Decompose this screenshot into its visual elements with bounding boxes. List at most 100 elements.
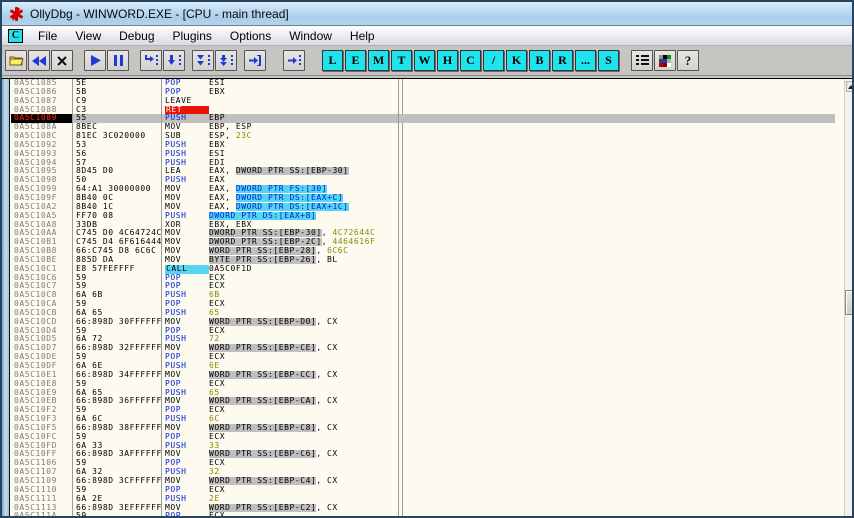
disassembly-row[interactable]: 0A5C10D4 59 POP ECX — [11, 326, 835, 336]
disassembly-row[interactable]: 0A5C10C8 6A 6B PUSH 6B — [11, 291, 835, 301]
disassembly-row[interactable]: 0A5C1109 66:898D 3CFFFFFF MOV WORD PTR SS:[… — [11, 476, 835, 486]
panel-button-K[interactable]: K — [506, 50, 527, 71]
disassembly-row[interactable]: 0A5C10D7 66:898D 32FFFFFF MOV WORD PTR SS:[… — [11, 344, 835, 354]
go-to-button[interactable] — [283, 50, 305, 71]
menu-item-window[interactable]: Window — [280, 27, 341, 45]
disassembly-row[interactable]: 0A5C10CA 59 POP ECX — [11, 300, 835, 309]
disassembly-row[interactable]: 0A5C10E1 66:898D 34FFFFFF MOV WORD PTR SS:[… — [11, 370, 835, 380]
disassembly-row[interactable]: 0A5C1088 C3 RET — [11, 105, 835, 115]
row-address: 0A5C10B8 — [11, 247, 73, 256]
vertical-scrollbar[interactable] — [844, 79, 852, 516]
disassembly-row[interactable]: 0A5C10CB 6A 65 PUSH 65 — [11, 308, 835, 318]
disassembly-row[interactable]: 0A5C10FC 59 POP ECX — [11, 432, 835, 442]
row-disassembly: MOV EAX, DWORD PTR DS:[EAX+C] — [162, 193, 398, 203]
step-over-button[interactable] — [163, 50, 185, 71]
disassembly-row[interactable]: 0A5C10A2 8B40 1C MOV EAX, DWORD PTR DS:[EAX… — [11, 202, 835, 212]
disassembly-row[interactable]: 0A5C10CD 66:898D 30FFFFFF MOV WORD PTR SS:[… — [11, 317, 835, 327]
help-button[interactable]: ? — [677, 50, 699, 71]
disassembly-row[interactable]: 0A5C1094 57 PUSH EDI — [11, 158, 835, 168]
row-operand: WORD PTR SS:[EBP-C8] — [209, 423, 317, 432]
appearance-button[interactable] — [654, 50, 676, 71]
row-operand: , CX — [316, 370, 338, 379]
cpu-window-icon[interactable]: C — [8, 28, 23, 43]
panel-button-C[interactable]: C — [460, 50, 481, 71]
scroll-up-button[interactable] — [846, 81, 852, 92]
disassembly-row[interactable]: 0A5C1098 50 PUSH EAX — [11, 176, 835, 186]
panel-button-L[interactable]: L — [322, 50, 343, 71]
disassembly-row[interactable]: 0A5C10F5 66:898D 38FFFFFF MOV WORD PTR SS:[… — [11, 423, 835, 433]
disassembly-row[interactable]: 0A5C10C7 59 POP ECX — [11, 282, 835, 292]
disassembly-row-selected[interactable]: 0A5C1089 55 PUSH EBP — [11, 114, 835, 124]
panel-button-slash[interactable]: / — [483, 50, 504, 71]
close-button[interactable] — [51, 50, 73, 71]
disassembly-row[interactable]: 0A5C10FD 6A 33 PUSH 33 — [11, 441, 835, 451]
disassembly-row[interactable]: 0A5C10A5 FF70 08 PUSH DWORD PTR DS:[EAX+8] — [11, 211, 835, 221]
panel-button-dots[interactable]: ... — [575, 50, 596, 71]
panel-button-T[interactable]: T — [391, 50, 412, 71]
run-button[interactable] — [84, 50, 106, 71]
disassembly-row[interactable]: 0A5C1086 5B POP EBX — [11, 87, 835, 97]
row-address: 0A5C111A — [11, 512, 73, 516]
disassembly-row[interactable]: 0A5C10FF 66:898D 3AFFFFFF MOV WORD PTR SS:[… — [11, 450, 835, 460]
pause-button[interactable] — [107, 50, 129, 71]
disassembly-row[interactable]: 0A5C1085 5E POP ESI — [11, 79, 835, 88]
row-comment — [398, 238, 399, 248]
menu-item-file[interactable]: File — [29, 27, 66, 45]
disassembly-row[interactable]: 0A5C1107 6A 32 PUSH 32 — [11, 468, 835, 477]
disassembly-row[interactable]: 0A5C10B8 66:C745 D8 6C6C MOV WORD PTR SS:[E… — [11, 247, 835, 256]
disassembly-row[interactable]: 0A5C10DE 59 POP ECX — [11, 353, 835, 362]
disassembly-row[interactable]: 0A5C10E8 59 POP ECX — [11, 379, 835, 389]
row-hex-dump: 57 — [73, 158, 162, 168]
disassembly-row[interactable]: 0A5C10EB 66:898D 36FFFFFF MOV WORD PTR SS:[… — [11, 397, 835, 407]
disassembly-row[interactable]: 0A5C10F2 59 POP ECX — [11, 406, 835, 416]
scrollbar-thumb[interactable] — [845, 290, 852, 315]
panel-button-R[interactable]: R — [552, 50, 573, 71]
disassembly-row[interactable]: 0A5C10E9 6A 65 PUSH 65 — [11, 388, 835, 398]
menu-item-debug[interactable]: Debug — [110, 27, 163, 45]
disassembly-row[interactable]: 0A5C1092 53 PUSH EBX — [11, 140, 835, 150]
disassembly-row[interactable]: 0A5C1095 8D45 D0 LEA EAX, DWORD PTR SS:[EBP… — [11, 167, 835, 177]
panel-button-E[interactable]: E — [345, 50, 366, 71]
disassembly-row[interactable]: 0A5C111A59POPECX — [11, 512, 835, 516]
disassembly-row[interactable]: 0A5C1099 64:A1 30000000 MOV EAX, DWORD PTR … — [11, 185, 835, 194]
disassembly-row[interactable]: 0A5C1110 59 POP ECX — [11, 485, 835, 495]
disassembly-row[interactable]: 0A5C109F 8B40 0C MOV EAX, DWORD PTR DS:[EAX… — [11, 193, 835, 203]
disassembly-row[interactable]: 0A5C10C6 59 POP ECX — [11, 273, 835, 283]
disassembly-row[interactable]: 0A5C10AA C745 D0 4C64724C MOV DWORD PTR SS:… — [11, 229, 835, 239]
disassembly-row[interactable]: 0A5C10D5 6A 72 PUSH 72 — [11, 335, 835, 345]
panel-button-M[interactable]: M — [368, 50, 389, 71]
row-operand: ESI — [209, 149, 226, 158]
trace-over-button[interactable] — [215, 50, 237, 71]
menu-item-options[interactable]: Options — [221, 27, 280, 45]
disassembly-row[interactable]: 0A5C10C1 E8 57FEFFFF CALL 0A5C0F1D — [11, 264, 835, 274]
windows-list-button[interactable] — [631, 50, 653, 71]
disassembly-row[interactable]: 0A5C1093 56 PUSH ESI — [11, 149, 835, 159]
trace-into-button[interactable] — [192, 50, 214, 71]
execute-till-return-button[interactable] — [244, 50, 266, 71]
disassembly-row[interactable]: 0A5C1113 66:898D 3EFFFFFF MOV WORD PTR SS:[… — [11, 503, 835, 513]
panel-button-B[interactable]: B — [529, 50, 550, 71]
disassembly-row[interactable]: 0A5C10B1 C745 D4 6F616444 MOV DWORD PTR SS:… — [11, 238, 835, 248]
restart-button[interactable] — [28, 50, 50, 71]
menu-item-view[interactable]: View — [66, 27, 110, 45]
disassembly-row[interactable]: 0A5C108C 81EC 3C020000 SUB ESP, 23C — [11, 132, 835, 141]
row-comment — [398, 158, 399, 168]
open-file-button[interactable] — [5, 50, 27, 71]
disassembly-row[interactable]: 0A5C10F3 6A 6C PUSH 6C — [11, 415, 835, 424]
menu-item-plugins[interactable]: Plugins — [164, 27, 221, 45]
disassembly-row[interactable]: 0A5C108A 8BEC MOV EBP, ESP — [11, 123, 835, 133]
panel-button-S[interactable]: S — [598, 50, 619, 71]
menu-item-help[interactable]: Help — [341, 27, 384, 45]
panel-button-H[interactable]: H — [437, 50, 458, 71]
disassembly-row[interactable]: 0A5C1111 6A 2E PUSH 2E — [11, 494, 835, 504]
step-into-button[interactable] — [140, 50, 162, 71]
disassembly-row[interactable]: 0A5C10A8 33DB XOR EBX, EBX — [11, 220, 835, 230]
disassembly-row[interactable]: 0A5C10DF 6A 6E PUSH 6E — [11, 362, 835, 371]
panel-button-W[interactable]: W — [414, 50, 435, 71]
row-hex-dump: 6A 6C — [73, 415, 162, 424]
disassembly-row[interactable]: 0A5C1087 C9 LEAVE — [11, 96, 835, 106]
title-bar[interactable]: OllyDbg - WINWORD.EXE - [CPU - main thre… — [2, 2, 852, 26]
disassembly-row[interactable]: 0A5C10BE 885D DA MOV BYTE PTR SS:[EBP-26], … — [11, 255, 835, 265]
disassembly-row[interactable]: 0A5C1106 59 POP ECX — [11, 459, 835, 469]
row-operand: EAX, — [209, 202, 236, 211]
